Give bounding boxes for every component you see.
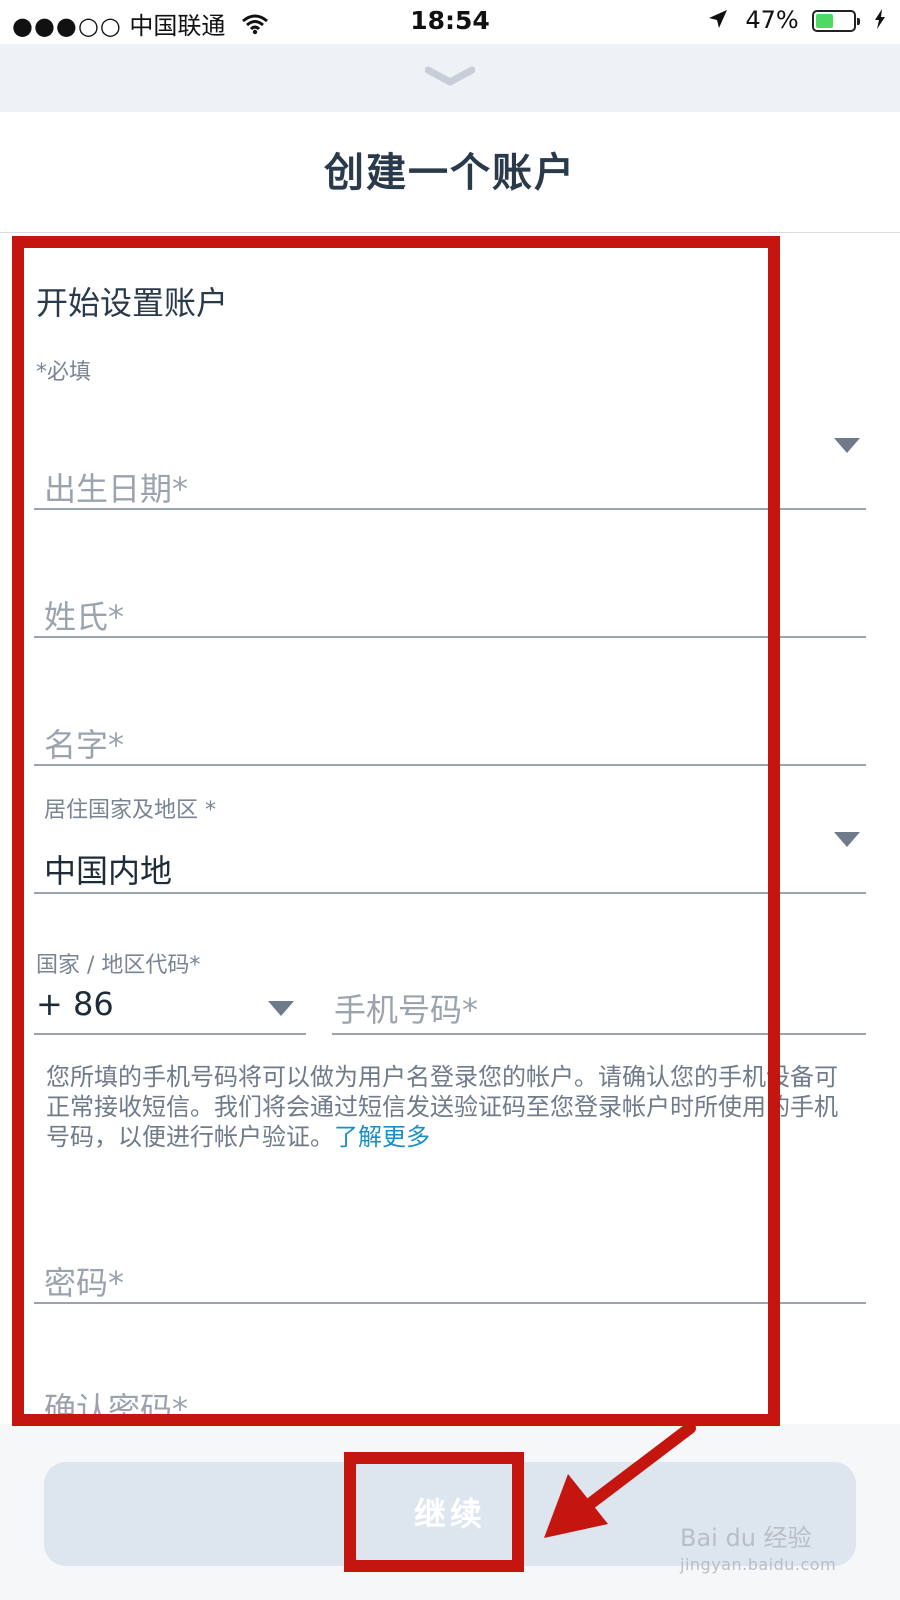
page-title: 创建一个账户 <box>324 150 576 196</box>
baidu-jingyan-watermark: Bai du 经验 jingyan.baidu.com <box>680 1518 836 1574</box>
location-arrow-icon <box>708 7 728 35</box>
country-dropdown-icon[interactable] <box>834 832 860 847</box>
battery-icon <box>812 10 861 32</box>
charging-bolt-icon <box>874 7 886 35</box>
title-divider <box>0 232 900 233</box>
watermark-brand: Bai du 经验 <box>680 1524 812 1552</box>
sheet-handle-bar[interactable] <box>0 44 900 112</box>
birthdate-dropdown-icon[interactable] <box>834 438 860 453</box>
annotation-form-box <box>12 236 780 1426</box>
chevron-down-icon[interactable] <box>424 66 476 92</box>
annotation-arrow-icon <box>544 1422 696 1538</box>
watermark-url: jingyan.baidu.com <box>680 1555 837 1574</box>
status-right: 47% <box>708 6 886 35</box>
battery-fill <box>816 14 834 28</box>
annotation-button-box <box>344 1452 524 1572</box>
status-bar: ●●●○○ 中国联通 18:54 47% <box>0 0 900 44</box>
battery-percent: 47% <box>745 6 799 34</box>
